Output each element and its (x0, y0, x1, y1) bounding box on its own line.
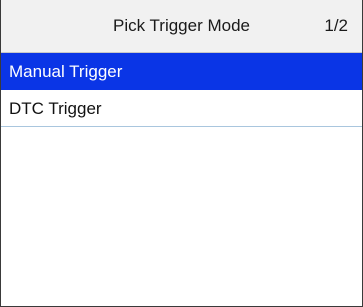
list-item-label: DTC Trigger (9, 99, 102, 118)
list-item-dtc-trigger[interactable]: DTC Trigger (1, 90, 362, 127)
list-item-label: Manual Trigger (9, 62, 123, 81)
page-indicator: 1/2 (324, 16, 348, 35)
list-item-manual-trigger[interactable]: Manual Trigger (1, 53, 362, 90)
screen-frame: Pick Trigger Mode 1/2 Manual Trigger DTC… (0, 0, 363, 307)
title-bar: Pick Trigger Mode 1/2 (1, 0, 362, 53)
trigger-mode-list: Manual Trigger DTC Trigger (1, 53, 362, 127)
page-title: Pick Trigger Mode (113, 16, 250, 35)
